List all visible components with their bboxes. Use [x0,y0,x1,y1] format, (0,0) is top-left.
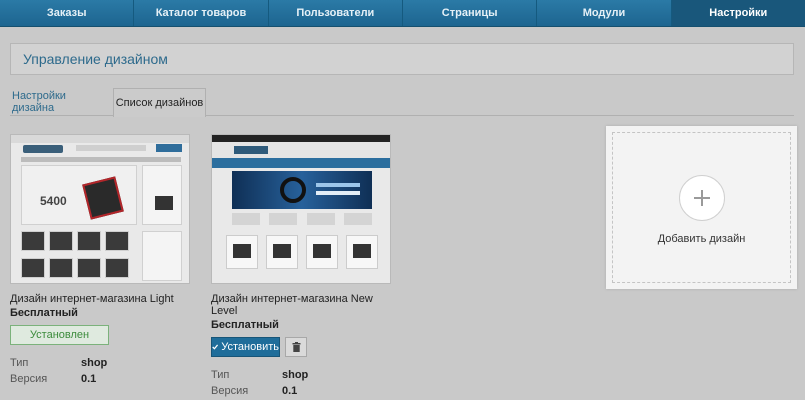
thumb-price: 5400 [40,194,67,208]
nav-item-settings[interactable]: Настройки [671,0,805,26]
thumb-banner-text [316,191,360,195]
add-design-circle[interactable] [678,174,725,221]
design-price: Бесплатный [211,319,279,331]
thumb-feature [232,213,260,225]
nav-item-catalog[interactable]: Каталог товаров [134,0,269,26]
thumb-product [266,235,298,269]
plus-icon [693,189,710,206]
thumb-logo [234,146,268,154]
installed-button: Установлен [10,325,109,345]
thumb-brands [142,231,182,281]
design-actions: Установить [211,337,391,357]
thumb-product [306,235,338,269]
thumb-menu [212,158,390,168]
design-name: Дизайн интернет-магазина New Level [211,293,373,317]
thumb-banner [232,171,372,209]
thumb-product-grid [21,231,137,281]
design-thumbnail-new-level[interactable] [211,134,391,284]
thumb-product [21,258,45,278]
thumb-product [226,235,258,269]
design-name: Дизайн интернет-магазина Light [10,293,174,305]
thumb-product [49,258,73,278]
design-thumbnail-light[interactable]: 5400 [10,134,190,284]
thumb-feature-icons [232,213,372,227]
thumb-product-row [226,235,378,273]
thumb-product [105,258,129,278]
install-button-label: Установить [221,341,279,353]
thumb-product [105,231,129,251]
add-design-label[interactable]: Добавить дизайн [658,233,746,245]
design-meta: Тип shop Версия 0.1 [211,367,391,399]
tab-design-list[interactable]: Список дизайнов [113,88,206,117]
thumb-product [49,231,73,251]
design-price: Бесплатный [10,307,78,319]
nav-item-users[interactable]: Пользователи [269,0,403,26]
version-value: 0.1 [282,385,298,397]
trash-icon [292,342,300,352]
design-card-light: 5400 Дизайн интернет-магазина Light Бесп… [10,134,190,387]
nav-item-modules[interactable]: Модули [537,0,672,26]
thumb-product [21,231,45,251]
page-header: Управление дизайном [10,43,794,75]
type-label: Тип [10,357,29,369]
thumb-product [346,235,378,269]
page-title: Управление дизайном [23,51,168,67]
type-value: shop [282,369,309,381]
thumb-menu [21,157,181,162]
tab-bar: Настройки дизайна Список дизайнов [10,88,794,117]
type-value: shop [81,357,108,369]
delete-button[interactable] [285,337,307,357]
version-label: Версия [10,373,48,385]
thumb-feature [343,213,372,225]
add-design-card[interactable]: Добавить дизайн [606,126,797,289]
thumb-cart [156,144,182,152]
design-card-new-level: Дизайн интернет-магазина New Level Беспл… [211,134,391,399]
tab-design-settings[interactable]: Настройки дизайна [12,88,110,116]
nav-item-pages[interactable]: Страницы [403,0,538,26]
thumb-feature [269,213,298,225]
thumb-logo [23,145,63,153]
nav-item-orders[interactable]: Заказы [0,0,135,26]
thumb-headphones-image [280,177,306,203]
thumb-product [77,258,101,278]
version-value: 0.1 [81,373,97,385]
check-icon [212,344,219,350]
version-label: Версия [211,385,249,397]
thumb-feature [306,213,335,225]
thumb-search [76,145,146,151]
design-meta: Тип shop Версия 0.1 [10,355,190,387]
top-navigation: Заказы Каталог товаров Пользователи Стра… [0,0,805,27]
thumb-device-image [155,196,173,210]
thumb-sidebar [142,165,182,225]
thumb-banner: 5400 [21,165,137,225]
thumb-product [77,231,101,251]
thumb-tablet-image [82,176,124,220]
install-button[interactable]: Установить [211,337,280,357]
thumb-banner-text [316,183,360,187]
type-label: Тип [211,369,230,381]
add-design-dropzone[interactable]: Добавить дизайн [612,132,791,283]
thumb-topbar [212,135,390,142]
thumb-topbar [11,135,189,143]
